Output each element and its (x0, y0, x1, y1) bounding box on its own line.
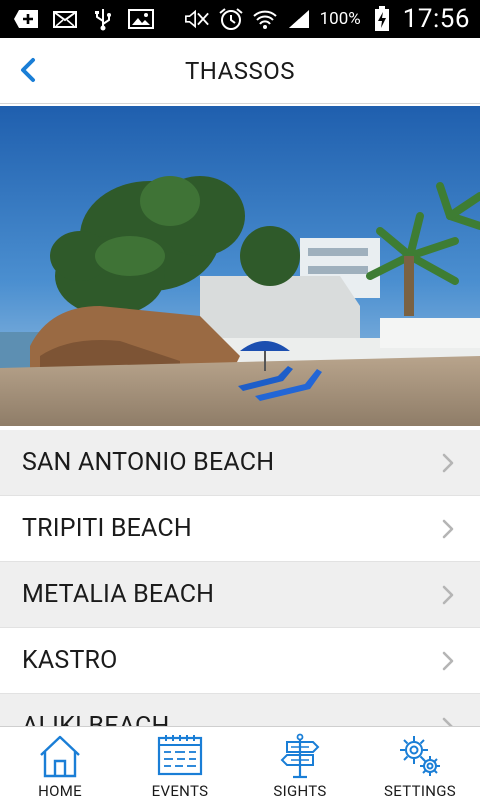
page-title: THASSOS (184, 56, 296, 85)
list-item-kastro[interactable]: KASTRO (0, 628, 480, 694)
image-icon (128, 8, 154, 30)
list-item-tripiti-beach[interactable]: TRIPITI BEACH (0, 496, 480, 562)
tab-settings[interactable]: SETTINGS (360, 727, 480, 800)
clock: 17:56 (402, 4, 470, 34)
calendar-icon (157, 735, 203, 776)
tab-sights[interactable]: SIGHTS (240, 727, 360, 800)
chevron-right-icon (438, 649, 458, 673)
list-item-label: TRIPITI BEACH (22, 514, 192, 543)
tab-label: SIGHTS (273, 782, 327, 800)
mail-icon (52, 8, 78, 30)
alarm-icon (218, 8, 244, 30)
bottom-tab-bar: HOME EVENTS SIGHTS SETTINGS (0, 726, 480, 800)
signpost-icon (280, 733, 320, 779)
app-header: THASSOS (0, 38, 480, 104)
tab-label: HOME (38, 782, 82, 800)
tab-events[interactable]: EVENTS (120, 727, 240, 800)
chevron-right-icon (438, 715, 458, 726)
battery-charging-icon (369, 6, 395, 31)
mute-icon (184, 8, 210, 30)
chevron-right-icon (438, 517, 458, 541)
beach-photo (0, 106, 480, 426)
places-list: SAN ANTONIO BEACH TRIPITI BEACH METALIA … (0, 430, 480, 726)
hero-image (0, 106, 480, 426)
chevron-right-icon (438, 583, 458, 607)
tab-label: EVENTS (151, 782, 209, 800)
list-item-aliki-beach[interactable]: ALIKI BEACH (0, 694, 480, 726)
battery-percent: 100% (319, 9, 361, 29)
usb-icon (90, 8, 116, 31)
chevron-left-icon (21, 58, 35, 82)
list-item-san-antonio-beach[interactable]: SAN ANTONIO BEACH (0, 430, 480, 496)
list-item-label: KASTRO (22, 646, 118, 675)
list-item-label: SAN ANTONIO BEACH (22, 448, 275, 477)
system-icons: 100% 17:56 (184, 4, 480, 34)
notification-icons (0, 8, 154, 31)
add-icon (14, 8, 40, 30)
status-bar: 100% 17:56 (0, 0, 480, 38)
signal-icon (286, 8, 312, 30)
wifi-icon (252, 8, 278, 30)
gears-icon (400, 736, 440, 776)
list-item-label: METALIA BEACH (22, 580, 215, 609)
back-button[interactable] (6, 48, 50, 92)
chevron-right-icon (438, 451, 458, 475)
list-item-metalia-beach[interactable]: METALIA BEACH (0, 562, 480, 628)
tab-label: SETTINGS (384, 782, 456, 800)
home-icon (40, 735, 80, 778)
list-item-label: ALIKI BEACH (22, 712, 438, 726)
tab-home[interactable]: HOME (0, 727, 120, 800)
